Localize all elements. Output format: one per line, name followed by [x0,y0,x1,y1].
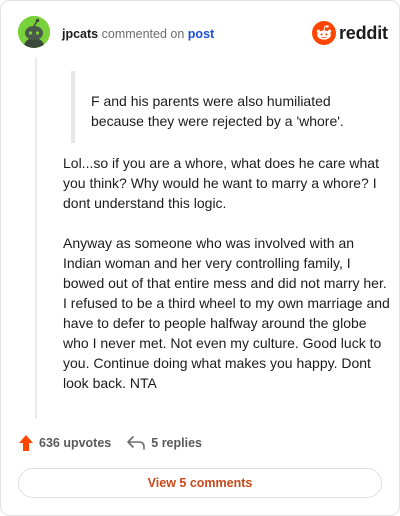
reply-count: 5 replies [151,436,202,450]
reply-button[interactable]: 5 replies [127,436,202,450]
avatar[interactable] [18,16,50,48]
snoo-avatar-icon [18,16,50,48]
reddit-snoo-icon [312,21,336,45]
username-link[interactable]: jpcats [62,27,98,41]
quote-bar [71,71,75,143]
view-comments-button[interactable]: View 5 comments [18,468,382,498]
upvote-button[interactable]: 636 upvotes [19,435,111,451]
reply-arrow-icon [127,436,146,450]
comment-actions: 636 upvotes 5 replies [19,433,202,453]
thread-line [35,57,37,419]
reddit-wordmark: reddit [339,22,388,43]
comment-paragraph: Lol...so if you are a whore, what does h… [63,155,379,211]
action-text: commented on [101,27,185,41]
post-link[interactable]: post [188,27,214,41]
upvote-count: 636 upvotes [39,436,112,450]
comment-header: jpcats commented on post [62,26,214,42]
comment-card: jpcats commented on post reddit F and hi… [0,0,400,516]
reddit-logo[interactable]: reddit [312,21,388,45]
upvote-arrow-icon [19,435,33,451]
comment-paragraph: Anyway as someone who was involved with … [63,235,390,391]
blockquote-text: F and his parents were also humiliated b… [91,93,344,129]
